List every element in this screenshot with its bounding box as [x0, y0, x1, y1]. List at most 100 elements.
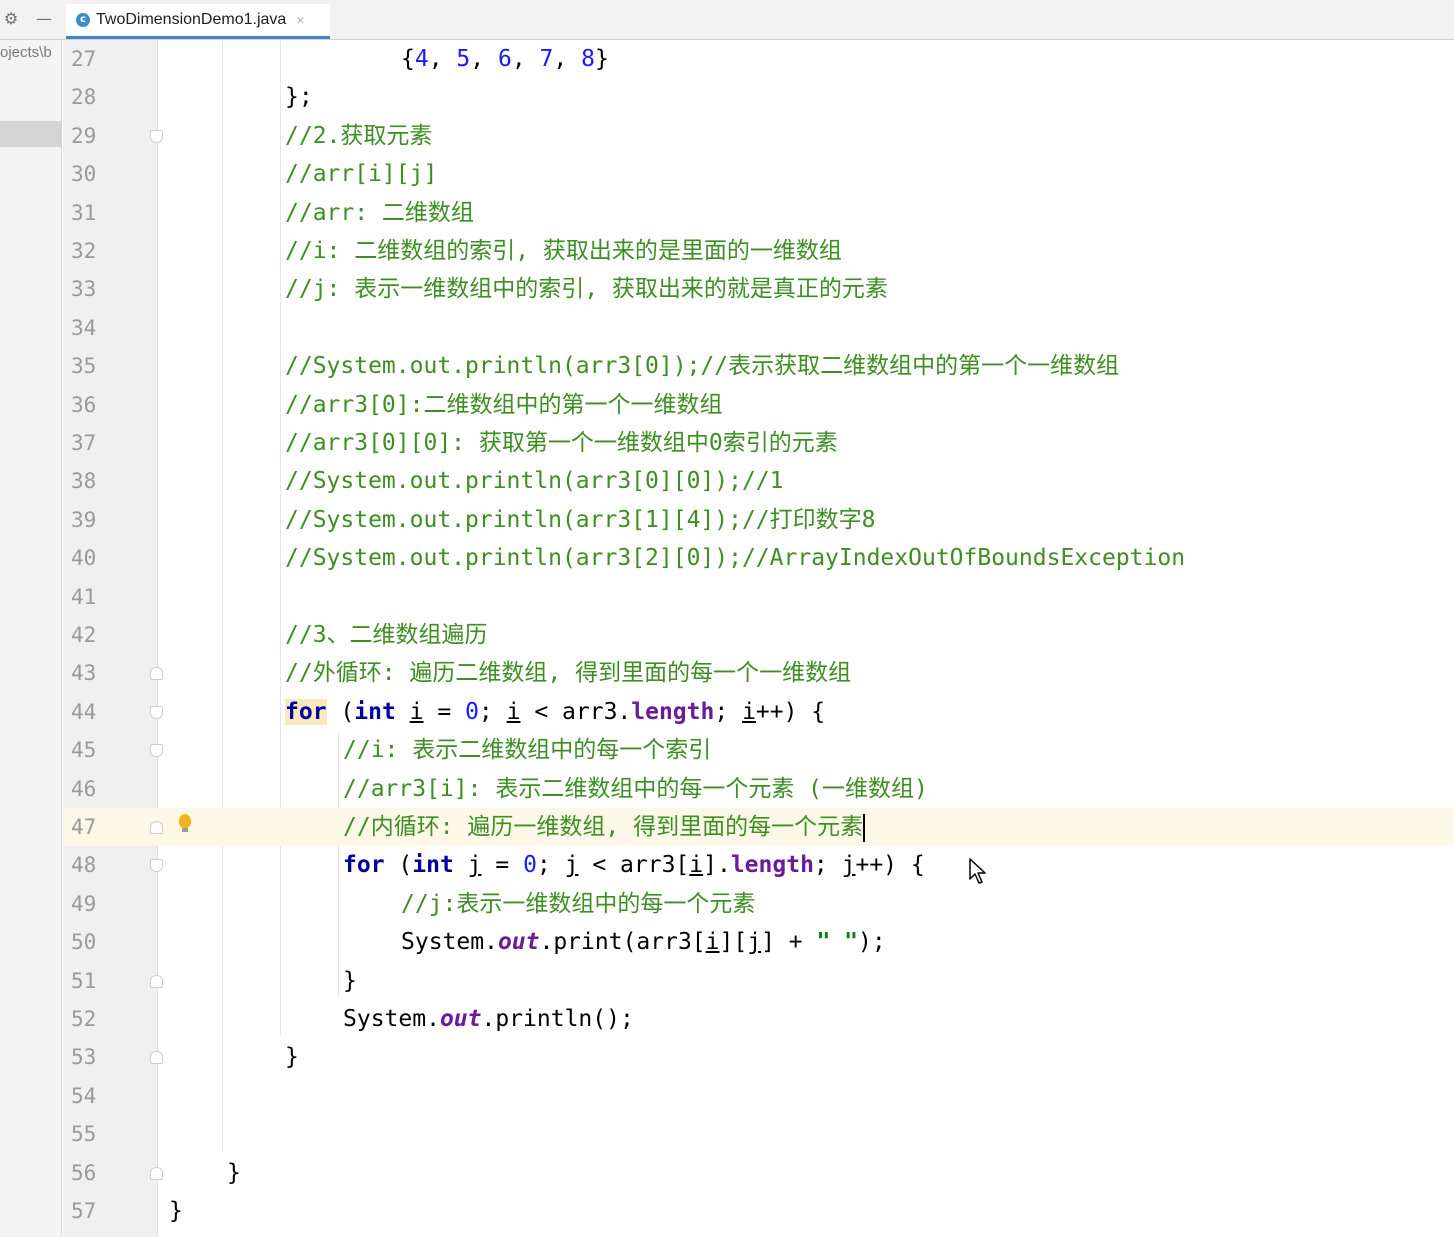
line-number: 49 [71, 891, 97, 916]
code-text[interactable]: } [343, 962, 357, 1000]
code-line[interactable]: 51 } [63, 962, 1454, 1000]
line-number: 27 [71, 47, 97, 71]
code-line[interactable]: 52 System.out.println(); [63, 1000, 1454, 1038]
fold-marker-icon[interactable] [150, 705, 163, 719]
line-number: 30 [71, 162, 97, 187]
code-comment[interactable]: //arr3[0][0]: 获取第一个一维数组中0索引的元素 [285, 424, 838, 462]
code-line[interactable]: 30 //arr[i][j] [63, 155, 1454, 193]
class-icon: c [76, 13, 90, 27]
code-comment[interactable]: //arr3[i]: 表示二维数组中的每一个元素 (一维数组) [343, 770, 928, 808]
code-line[interactable]: 53 } [63, 1038, 1454, 1076]
code-comment[interactable]: //System.out.println(arr3[0]);//表示获取二维数组… [285, 347, 1119, 385]
code-line[interactable]: 34 [63, 309, 1454, 347]
code-comment[interactable]: //System.out.println(arr3[2][0]);//Array… [285, 539, 1185, 577]
code-text[interactable]: {4, 5, 6, 7, 8} [401, 40, 609, 78]
code-comment[interactable]: //外循环: 遍历二维数组, 得到里面的每一个一维数组 [285, 654, 851, 692]
line-number: 31 [71, 200, 97, 225]
code-line[interactable]: 35 //System.out.println(arr3[0]);//表示获取二… [63, 347, 1454, 385]
project-panel[interactable]: ojects\b [0, 40, 62, 1237]
minus-icon[interactable]: — [33, 8, 55, 30]
code-line[interactable]: 49 //j:表示一维数组中的每一个元素 [63, 885, 1454, 923]
code-comment[interactable]: //arr: 二维数组 [285, 194, 474, 232]
gear-icon[interactable]: ⚙ [0, 8, 22, 30]
project-path[interactable]: ojects\b [0, 44, 62, 61]
code-line[interactable]: 28 }; [63, 78, 1454, 116]
fold-marker-icon[interactable] [150, 1166, 163, 1180]
code-comment[interactable]: //i: 表示二维数组中的每一个索引 [343, 731, 711, 769]
code-line[interactable]: 29 //2.获取元素 [63, 117, 1454, 155]
code-line[interactable]: 43 //外循环: 遍历二维数组, 得到里面的每一个一维数组 [63, 654, 1454, 692]
code-text[interactable]: System.out.print(arr3[i][j] + " "); [401, 923, 886, 961]
line-number: 46 [71, 776, 97, 801]
fold-marker-icon[interactable] [150, 1051, 163, 1065]
project-selected-item[interactable] [0, 121, 62, 147]
line-number: 47 [63, 808, 158, 847]
line-number: 38 [71, 469, 97, 494]
code-line[interactable]: 48 for (int j = 0; j < arr3[i].length; j… [63, 846, 1454, 884]
code-line[interactable]: 45 //i: 表示二维数组中的每一个索引 [63, 731, 1454, 769]
code-line[interactable]: 33 //j: 表示一维数组中的索引, 获取出来的就是真正的元素 [63, 270, 1454, 308]
code-comment[interactable]: //j: 表示一维数组中的索引, 获取出来的就是真正的元素 [285, 270, 888, 308]
code-line[interactable]: 32 //i: 二维数组的索引, 获取出来的是里面的一维数组 [63, 232, 1454, 270]
code-line[interactable]: 37 //arr3[0][0]: 获取第一个一维数组中0索引的元素 [63, 424, 1454, 462]
code-line[interactable]: 54 [63, 1077, 1454, 1115]
code-comment[interactable]: //j:表示一维数组中的每一个元素 [401, 885, 755, 923]
line-number: 33 [71, 277, 97, 302]
line-number: 54 [71, 1083, 97, 1108]
code-line[interactable]: 56 } [63, 1154, 1454, 1192]
fold-marker-icon[interactable] [150, 667, 163, 681]
code-line-current[interactable]: 47 //内循环: 遍历一维数组, 得到里面的每一个元素 [63, 808, 1454, 847]
code-line[interactable]: 38 //System.out.println(arr3[0][0]);//1 [63, 462, 1454, 500]
fold-marker-icon[interactable] [150, 859, 163, 873]
code-text[interactable]: }; [285, 78, 313, 116]
editor-tab-bar: ⚙ — c TwoDimensionDemo1.java × [0, 0, 1454, 40]
line-number: 34 [71, 315, 97, 340]
code-line[interactable]: 36 //arr3[0]:二维数组中的第一个一维数组 [63, 386, 1454, 424]
mouse-pointer-icon [969, 858, 986, 884]
code-text[interactable]: } [227, 1154, 241, 1192]
line-number: 52 [71, 1007, 97, 1031]
line-number: 40 [71, 546, 97, 571]
code-text[interactable]: for (int i = 0; i < arr3.length; i++) { [285, 693, 825, 731]
lightbulb-icon[interactable] [179, 814, 191, 832]
code-line[interactable]: 42 //3、二维数组遍历 [63, 616, 1454, 654]
code-comment[interactable]: //arr3[0]:二维数组中的第一个一维数组 [285, 386, 722, 424]
code-text[interactable]: for (int j = 0; j < arr3[i].length; j++)… [343, 846, 925, 884]
line-number: 29 [71, 123, 97, 148]
code-line[interactable]: 44 for (int i = 0; i < arr3.length; i++)… [63, 693, 1454, 731]
code-line[interactable]: 46 //arr3[i]: 表示二维数组中的每一个元素 (一维数组) [63, 770, 1454, 808]
close-icon[interactable]: × [296, 12, 304, 28]
code-comment[interactable]: //2.获取元素 [285, 117, 432, 155]
code-line[interactable]: 57 } [63, 1192, 1454, 1230]
line-number: 37 [71, 431, 97, 455]
code-comment[interactable]: //System.out.println(arr3[1][4]);//打印数字8 [285, 501, 876, 539]
code-line[interactable]: 40 //System.out.println(arr3[2][0]);//Ar… [63, 539, 1454, 577]
code-line[interactable]: 27 {4, 5, 6, 7, 8} [63, 40, 1454, 78]
code-comment[interactable]: //System.out.println(arr3[0][0]);//1 [285, 462, 784, 500]
fold-marker-icon[interactable] [150, 821, 163, 834]
line-number: 41 [71, 584, 97, 609]
code-text[interactable]: System.out.println(); [343, 1000, 634, 1038]
code-text[interactable]: } [285, 1038, 299, 1076]
fold-marker-icon[interactable] [150, 129, 163, 143]
code-line[interactable]: 41 [63, 578, 1454, 616]
line-number: 50 [71, 930, 97, 955]
fold-marker-icon[interactable] [150, 974, 163, 988]
tab-twodimensiondemo1[interactable]: c TwoDimensionDemo1.java × [66, 4, 330, 39]
line-number: 43 [71, 661, 97, 686]
code-line[interactable]: 55 [63, 1115, 1454, 1153]
fold-marker-icon[interactable] [150, 744, 163, 758]
line-number: 42 [71, 623, 97, 647]
code-line[interactable]: 39 //System.out.println(arr3[1][4]);//打印… [63, 501, 1454, 539]
code-line[interactable]: 31 //arr: 二维数组 [63, 194, 1454, 232]
code-text[interactable]: } [169, 1192, 183, 1230]
line-number: 39 [71, 507, 97, 532]
code-line[interactable]: 50 System.out.print(arr3[i][j] + " "); [63, 923, 1454, 961]
code-comment[interactable]: //内循环: 遍历一维数组, 得到里面的每一个元素 [343, 808, 866, 846]
code-comment[interactable]: //3、二维数组遍历 [285, 616, 488, 654]
line-number: 56 [71, 1160, 97, 1185]
line-number: 53 [71, 1045, 97, 1070]
line-number: 45 [71, 738, 97, 763]
code-comment[interactable]: //arr[i][j] [285, 155, 437, 193]
code-comment[interactable]: //i: 二维数组的索引, 获取出来的是里面的一维数组 [285, 232, 842, 270]
